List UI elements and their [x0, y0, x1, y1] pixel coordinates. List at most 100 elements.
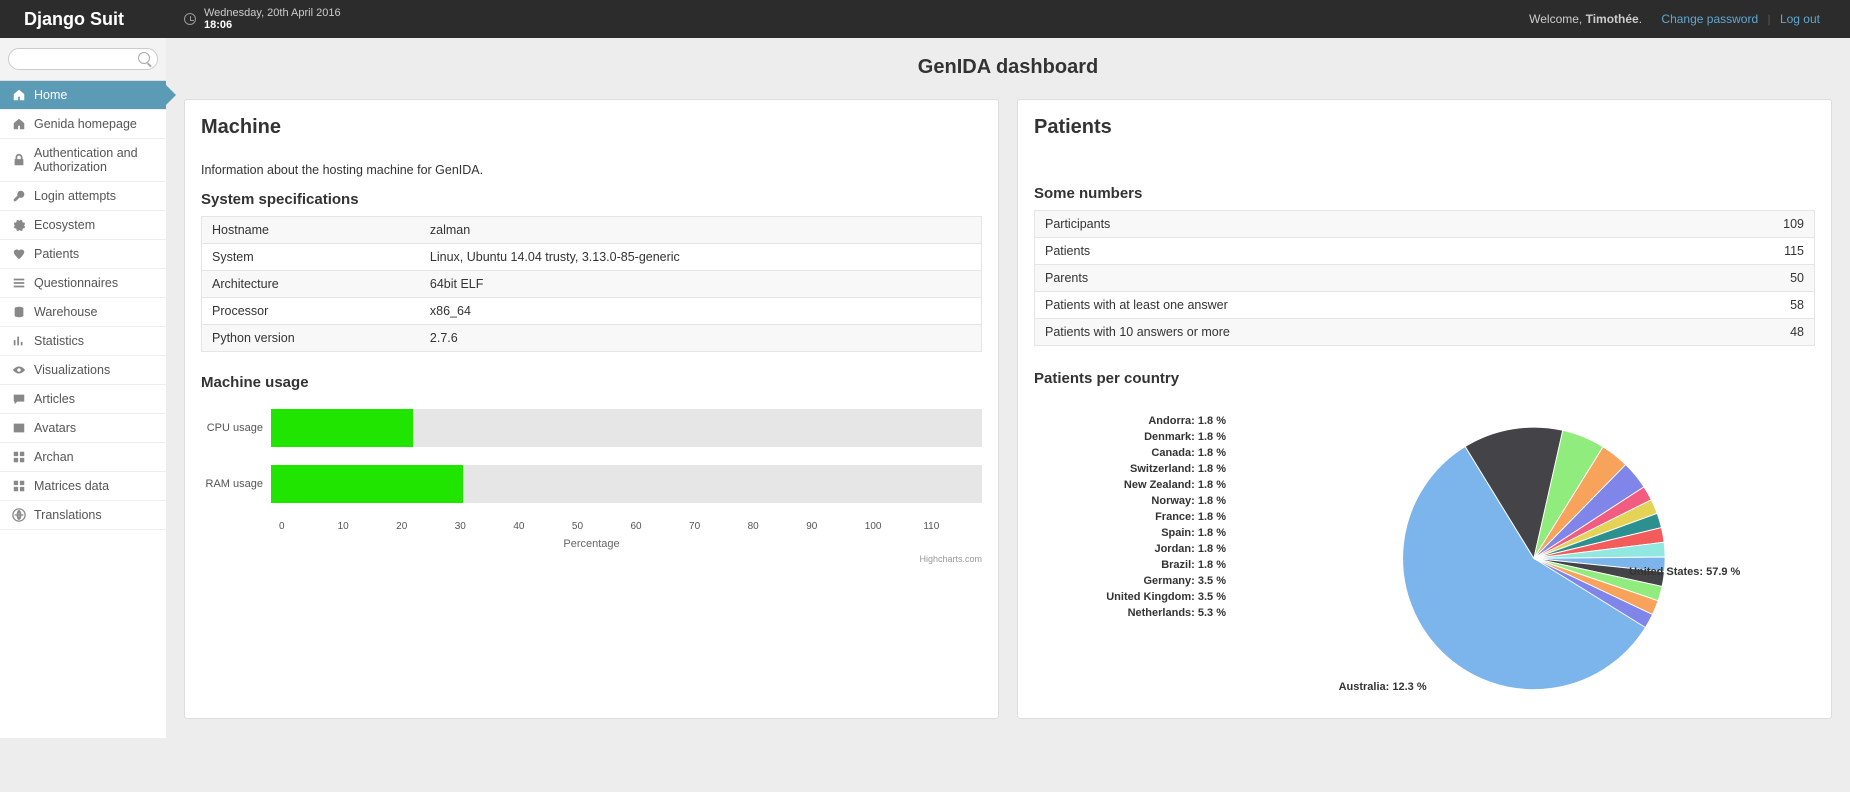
welcome-text: Welcome, [1529, 12, 1582, 26]
date-text: Wednesday, 20th April 2016 [204, 7, 341, 19]
nav-label: Visualizations [34, 363, 110, 377]
nav-label: Home [34, 88, 67, 102]
pie-label: Canada: 1.8 % [1034, 447, 1226, 459]
pie-label: New Zealand: 1.8 % [1034, 479, 1226, 491]
nav-warehouse[interactable]: Warehouse [0, 298, 166, 327]
nav-label: Login attempts [34, 189, 116, 203]
pie-label: France: 1.8 % [1034, 511, 1226, 523]
pie-label: Brazil: 1.8 % [1034, 559, 1226, 571]
nav-questionnaires[interactable]: Questionnaires [0, 269, 166, 298]
pie-label: Denmark: 1.8 % [1034, 431, 1226, 443]
pie-labels: Andorra: 1.8 %Denmark: 1.8 %Canada: 1.8 … [1034, 399, 1234, 702]
number-key: Patients with 10 answers or more [1035, 319, 1755, 346]
pie-label-us: United States: 57.9 % [1629, 566, 1740, 578]
nav-label: Archan [34, 450, 74, 464]
numbers-title: Some numbers [1034, 185, 1815, 202]
spec-key: System [202, 244, 420, 271]
pie-chart: Andorra: 1.8 %Denmark: 1.8 %Canada: 1.8 … [1034, 399, 1815, 702]
number-val: 109 [1755, 211, 1815, 238]
bar-track [271, 465, 982, 503]
machine-info: Information about the hosting machine fo… [201, 163, 982, 177]
pie-label: United Kingdom: 3.5 % [1034, 591, 1226, 603]
eye-icon [12, 363, 26, 377]
patients-panel: Patients Some numbers Participants109Pat… [1017, 99, 1832, 719]
pie-label: Netherlands: 5.3 % [1034, 607, 1226, 619]
image-icon [12, 421, 26, 435]
pie-label: Jordan: 1.8 % [1034, 543, 1226, 555]
bar-chart: CPU usageRAM usage0102030405060708090100… [201, 409, 982, 564]
nav-genida-homepage[interactable]: Genida homepage [0, 110, 166, 139]
bar-row: CPU usage [201, 409, 982, 447]
spec-row: Hostnamezalman [202, 217, 982, 244]
logout-link[interactable]: Log out [1780, 12, 1820, 26]
nav-archan[interactable]: Archan [0, 443, 166, 472]
grid-icon [12, 450, 26, 464]
grid-icon [12, 479, 26, 493]
number-val: 48 [1755, 319, 1815, 346]
usage-title: Machine usage [201, 374, 982, 391]
spec-val: zalman [420, 217, 982, 244]
nav-articles[interactable]: Articles [0, 385, 166, 414]
number-row: Parents50 [1035, 265, 1815, 292]
nav-label: Questionnaires [34, 276, 118, 290]
number-val: 115 [1755, 238, 1815, 265]
nav-label: Avatars [34, 421, 76, 435]
nav-label: Genida homepage [34, 117, 137, 131]
spec-key: Processor [202, 298, 420, 325]
number-val: 50 [1755, 265, 1815, 292]
axis-title: Percentage [201, 538, 982, 550]
nav-label: Statistics [34, 334, 84, 348]
number-row: Patients with 10 answers or more48 [1035, 319, 1815, 346]
home-icon [12, 117, 26, 131]
number-key: Parents [1035, 265, 1755, 292]
nav-home[interactable]: Home [0, 81, 166, 110]
bar-fill [271, 409, 413, 447]
pie-label: Switzerland: 1.8 % [1034, 463, 1226, 475]
pie-svg: United States: 57.9 %Australia: 12.3 % [1234, 399, 1815, 702]
nav-label: Ecosystem [34, 218, 95, 232]
nav-label: Matrices data [34, 479, 109, 493]
home-icon [12, 88, 26, 102]
nav-avatars[interactable]: Avatars [0, 414, 166, 443]
sidebar: Home Genida homepage Authentication and Au… [0, 38, 166, 738]
nav-matrices-data[interactable]: Matrices data [0, 472, 166, 501]
nav-statistics[interactable]: Statistics [0, 327, 166, 356]
nav-login-attempts[interactable]: Login attempts [0, 182, 166, 211]
machine-title: Machine [201, 116, 982, 139]
nav-visualizations[interactable]: Visualizations [0, 356, 166, 385]
separator: | [1767, 12, 1770, 26]
nav-label: Articles [34, 392, 75, 406]
change-password-link[interactable]: Change password [1661, 12, 1758, 26]
nav-patients[interactable]: Patients [0, 240, 166, 269]
number-row: Patients115 [1035, 238, 1815, 265]
pie-label: Germany: 3.5 % [1034, 575, 1226, 587]
numbers-table: Participants109Patients115Parents50Patie… [1034, 210, 1815, 346]
spec-title: System specifications [201, 191, 982, 208]
page-title: GenIDA dashboard [184, 56, 1832, 79]
spec-val: 64bit ELF [420, 271, 982, 298]
bar-fill [271, 465, 463, 503]
nav: Home Genida homepage Authentication and Au… [0, 81, 166, 530]
pie-label: Spain: 1.8 % [1034, 527, 1226, 539]
cog-icon [12, 218, 26, 232]
brand: Django Suit [24, 9, 184, 30]
time-text: 18:06 [204, 19, 232, 31]
list-icon [12, 276, 26, 290]
nav-ecosystem[interactable]: Ecosystem [0, 211, 166, 240]
nav-authentication-and-authorization[interactable]: Authentication and Authorization [0, 139, 166, 182]
number-row: Participants109 [1035, 211, 1815, 238]
user-name: Timothée [1586, 12, 1639, 26]
number-val: 58 [1755, 292, 1815, 319]
user-area: Welcome, Timothée. Change password | Log… [1529, 12, 1826, 26]
nav-label: Warehouse [34, 305, 97, 319]
topbar: Django Suit Wednesday, 20th April 2016 1… [0, 0, 1850, 38]
spec-key: Python version [202, 325, 420, 352]
nav-label: Translations [34, 508, 102, 522]
search-input[interactable] [8, 48, 158, 70]
bars-icon [12, 334, 26, 348]
spec-val: x86_64 [420, 298, 982, 325]
spec-row: Python version2.7.6 [202, 325, 982, 352]
nav-translations[interactable]: Translations [0, 501, 166, 530]
bar-axis: 0102030405060708090100110 [279, 521, 982, 532]
clock-icon [184, 13, 196, 25]
